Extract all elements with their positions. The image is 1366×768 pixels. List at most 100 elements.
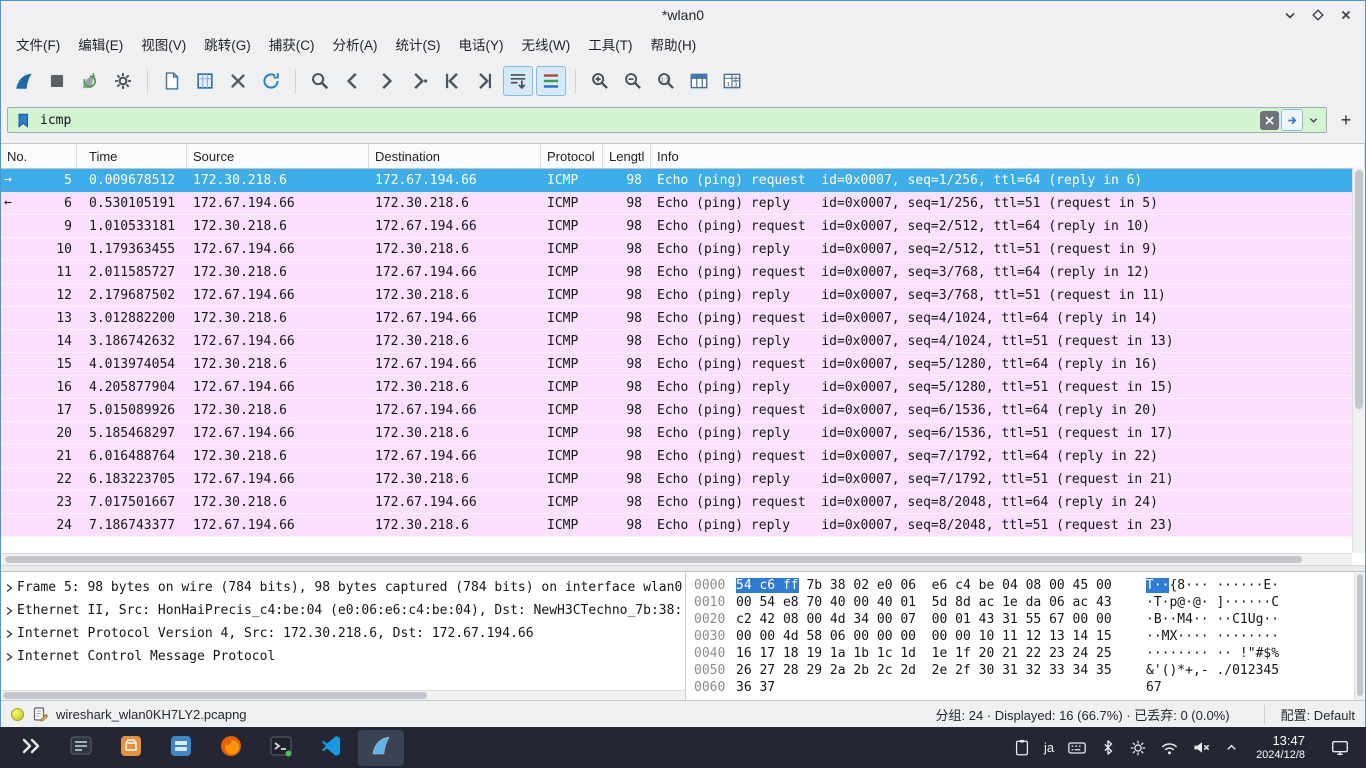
close-file-button[interactable] — [223, 66, 253, 96]
filter-input[interactable] — [36, 113, 1258, 128]
capture-comment-icon[interactable] — [32, 706, 48, 722]
column-header-no[interactable]: No. — [1, 144, 77, 168]
first-packet-button[interactable] — [437, 66, 467, 96]
reload-file-button[interactable] — [256, 66, 286, 96]
input-method-indicator[interactable]: ja — [1044, 740, 1054, 755]
clipboard-icon[interactable] — [1013, 738, 1031, 757]
goto-packet-button[interactable] — [404, 66, 434, 96]
column-header-info[interactable]: Info — [651, 144, 1365, 168]
zoom-out-button[interactable] — [618, 66, 648, 96]
packet-row[interactable]: 154.013974054172.30.218.6172.67.194.66IC… — [1, 353, 1352, 376]
detail-tree-row[interactable]: Internet Protocol Version 4, Src: 172.30… — [1, 622, 685, 645]
packet-row[interactable]: 91.010533181172.30.218.6172.67.194.66ICM… — [1, 215, 1352, 238]
packet-row[interactable]: →50.009678512172.30.218.6172.67.194.66IC… — [1, 169, 1352, 192]
maximize-icon[interactable] — [1307, 4, 1329, 26]
expander-icon[interactable] — [1, 629, 17, 639]
expert-info-icon[interactable] — [11, 708, 24, 721]
filter-add-button[interactable]: + — [1333, 107, 1359, 133]
column-layout-button[interactable]: 123 — [717, 66, 747, 96]
menu-item[interactable]: 分析(A) — [324, 30, 387, 58]
menu-item[interactable]: 统计(S) — [387, 30, 450, 58]
filter-bookmark-icon[interactable] — [12, 112, 34, 129]
packet-row[interactable]: ←60.530105191172.67.194.66172.30.218.6IC… — [1, 192, 1352, 215]
auto-scroll-button[interactable] — [503, 66, 533, 96]
packet-row[interactable]: 164.205877904172.67.194.66172.30.218.6IC… — [1, 376, 1352, 399]
menu-item[interactable]: 无线(W) — [513, 30, 580, 58]
window-list-button[interactable] — [58, 730, 104, 766]
volume-muted-icon[interactable] — [1192, 739, 1211, 756]
menu-item[interactable]: 视图(V) — [132, 30, 195, 58]
zoom-original-button[interactable]: 1:1 — [651, 66, 681, 96]
packet-row[interactable]: 122.179687502172.67.194.66172.30.218.6IC… — [1, 284, 1352, 307]
packet-row[interactable]: 175.015089926172.30.218.6172.67.194.66IC… — [1, 399, 1352, 422]
resize-columns-button[interactable] — [684, 66, 714, 96]
detail-tree-row[interactable]: Internet Control Message Protocol — [1, 645, 685, 668]
capture-options-button[interactable] — [108, 66, 138, 96]
tray-expand-icon[interactable] — [1224, 740, 1239, 755]
profile-label[interactable]: 配置: Default — [1264, 705, 1355, 724]
column-header-time[interactable]: Time — [77, 144, 187, 168]
menu-item[interactable]: 编辑(E) — [69, 30, 132, 58]
go-back-button[interactable] — [338, 66, 368, 96]
hex-row[interactable]: 0020c2 42 08 00 4d 34 00 07 00 01 43 31 … — [686, 611, 1365, 628]
packet-row[interactable]: 226.183223705172.67.194.66172.30.218.6IC… — [1, 468, 1352, 491]
brightness-icon[interactable] — [1129, 739, 1147, 757]
expander-icon[interactable] — [1, 583, 17, 593]
shade-window-icon[interactable] — [1279, 4, 1301, 26]
hex-vscrollbar-handle[interactable] — [1357, 574, 1363, 696]
stop-capture-button[interactable] — [42, 66, 72, 96]
keyboard-icon[interactable] — [1067, 738, 1087, 757]
hex-vscrollbar[interactable] — [1354, 572, 1365, 700]
detail-tree-row[interactable]: Frame 5: 98 bytes on wire (784 bits), 98… — [1, 576, 685, 599]
packet-row[interactable]: 216.016488764172.30.218.6172.67.194.66IC… — [1, 445, 1352, 468]
expander-icon[interactable] — [1, 652, 17, 662]
packet-row[interactable]: 101.179363455172.67.194.66172.30.218.6IC… — [1, 238, 1352, 261]
save-file-button[interactable] — [190, 66, 220, 96]
hex-row[interactable]: 001000 54 e8 70 40 00 40 01 5d 8d ac 1e … — [686, 594, 1365, 611]
find-packet-button[interactable] — [305, 66, 335, 96]
filter-clear-icon[interactable] — [1260, 111, 1279, 130]
column-header-length[interactable]: Lengtl — [603, 144, 651, 168]
menu-item[interactable]: 工具(T) — [579, 30, 641, 58]
display-filter-box[interactable] — [7, 107, 1327, 133]
hex-row[interactable]: 006036 3767 — [686, 679, 1365, 696]
packet-list-hscrollbar[interactable] — [1, 553, 1352, 565]
vscrollbar-handle[interactable] — [1355, 170, 1363, 409]
filter-apply-icon[interactable] — [1281, 109, 1303, 131]
packet-list-vscrollbar[interactable] — [1352, 168, 1365, 553]
show-desktop-icon[interactable] — [1330, 738, 1350, 758]
column-header-source[interactable]: Source — [187, 144, 369, 168]
firefox-button[interactable] — [208, 730, 254, 766]
go-forward-button[interactable] — [371, 66, 401, 96]
app-menu-button[interactable] — [8, 730, 54, 766]
colorize-button[interactable] — [536, 66, 566, 96]
wifi-icon[interactable] — [1160, 739, 1179, 756]
packet-row[interactable]: 237.017501667172.30.218.6172.67.194.66IC… — [1, 491, 1352, 514]
wireshark-taskbar-button[interactable] — [358, 730, 404, 766]
package-manager-button[interactable] — [108, 730, 154, 766]
start-capture-button[interactable] — [9, 66, 39, 96]
hscrollbar-handle[interactable] — [5, 556, 1302, 563]
details-hscrollbar-handle[interactable] — [3, 692, 427, 699]
menu-item[interactable]: 文件(F) — [7, 30, 69, 58]
terminal-button[interactable] — [258, 730, 304, 766]
hex-row[interactable]: 003000 00 4d 58 06 00 00 00 00 00 10 11 … — [686, 628, 1365, 645]
hex-row[interactable]: 000054 c6 ff 7b 38 02 e0 06 e6 c4 be 04 … — [686, 577, 1365, 594]
packet-row[interactable]: 133.012882200172.30.218.6172.67.194.66IC… — [1, 307, 1352, 330]
packet-row[interactable]: 247.186743377172.67.194.66172.30.218.6IC… — [1, 514, 1352, 537]
expander-icon[interactable] — [1, 606, 17, 616]
menu-item[interactable]: 电话(Y) — [450, 30, 513, 58]
restart-capture-button[interactable] — [75, 66, 105, 96]
column-header-protocol[interactable]: Protocol — [541, 144, 603, 168]
last-packet-button[interactable] — [470, 66, 500, 96]
menu-item[interactable]: 帮助(H) — [641, 30, 705, 58]
bluetooth-icon[interactable] — [1100, 738, 1116, 757]
hex-row[interactable]: 004016 17 18 19 1a 1b 1c 1d 1e 1f 20 21 … — [686, 645, 1365, 662]
close-icon[interactable] — [1335, 4, 1357, 26]
hex-row[interactable]: 005026 27 28 29 2a 2b 2c 2d 2e 2f 30 31 … — [686, 662, 1365, 679]
detail-tree-row[interactable]: Ethernet II, Src: HonHaiPrecis_c4:be:04 … — [1, 599, 685, 622]
open-file-button[interactable] — [157, 66, 187, 96]
packet-row[interactable]: 112.011585727172.30.218.6172.67.194.66IC… — [1, 261, 1352, 284]
packet-row[interactable]: 143.186742632172.67.194.66172.30.218.6IC… — [1, 330, 1352, 353]
title-bar[interactable]: *wlan0 — [1, 1, 1365, 29]
